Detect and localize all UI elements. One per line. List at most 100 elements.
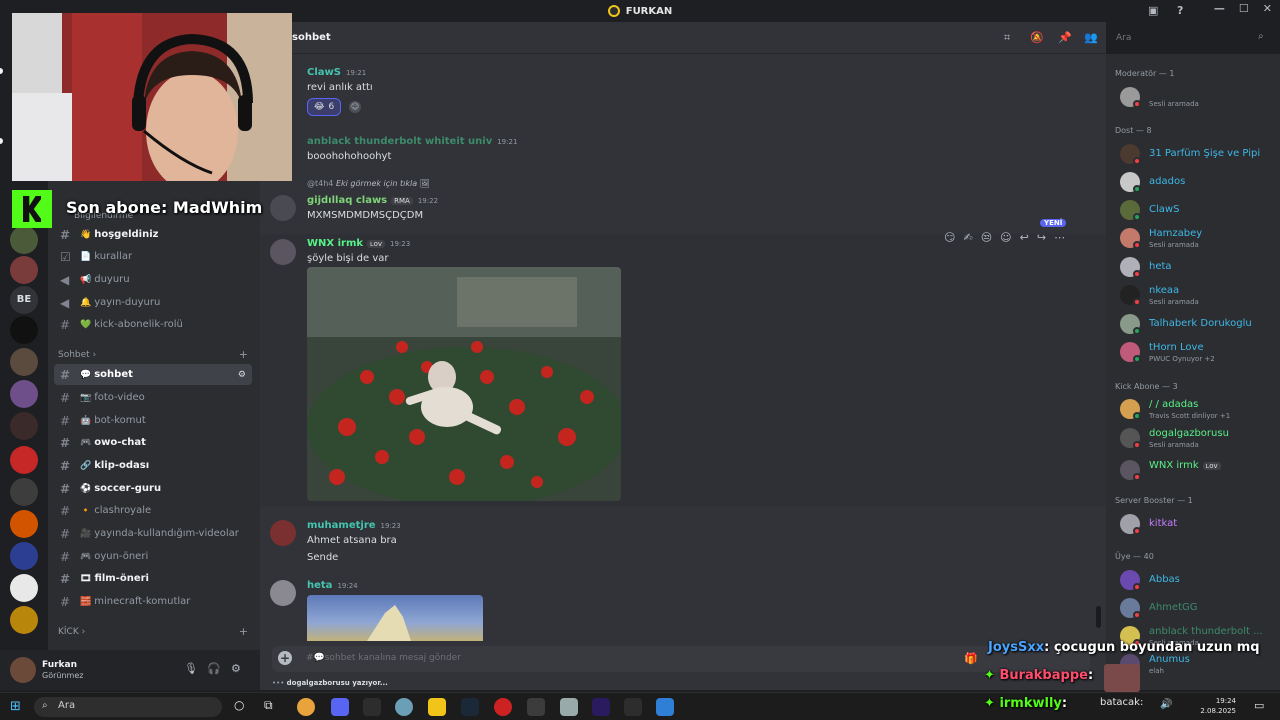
- avatar[interactable]: [10, 657, 36, 683]
- epic-icon[interactable]: [624, 698, 642, 716]
- message-author[interactable]: WNX irmk ʟᴏᴠ 19:23: [307, 238, 410, 249]
- channel-hosgeldiniz[interactable]: # 👋 hoşgeldiniz: [54, 224, 252, 245]
- app-icon[interactable]: [560, 698, 578, 716]
- volume-icon[interactable]: 🔊: [1160, 699, 1172, 710]
- clock[interactable]: 19:24 2.08.2025: [1200, 696, 1236, 716]
- member-item[interactable]: 31 Parfüm Şişe ve Pipi: [1120, 144, 1280, 168]
- channel-klip-odasi[interactable]: # 🔗 klip-odası: [54, 455, 252, 476]
- folder-icon[interactable]: [428, 698, 446, 716]
- reaction-button[interactable]: 😂 6: [307, 98, 342, 116]
- taskbar-search[interactable]: ⌕ Ara: [34, 697, 222, 717]
- member-item[interactable]: kitkat: [1120, 514, 1280, 538]
- server-icon[interactable]: [10, 606, 38, 634]
- member-item[interactable]: Sesli aramada: [1120, 87, 1280, 111]
- maximize-icon[interactable]: ☐: [1239, 2, 1249, 15]
- members-icon[interactable]: 👥: [1084, 31, 1098, 44]
- widgets-icon[interactable]: ⧉: [264, 698, 273, 713]
- notification-icon[interactable]: ▭: [1254, 699, 1264, 712]
- member-item[interactable]: Abbas: [1120, 570, 1280, 594]
- gift-icon[interactable]: 🎁: [964, 652, 978, 665]
- channel-foto-video[interactable]: # 📷 foto-video: [54, 387, 252, 408]
- server-icon[interactable]: [10, 510, 38, 538]
- taskview-icon[interactable]: ○: [234, 698, 244, 712]
- premiere-icon[interactable]: [592, 698, 610, 716]
- app-icon[interactable]: [527, 698, 545, 716]
- category-kick[interactable]: KİCK ›: [58, 627, 85, 637]
- member-item[interactable]: Talhaberk Dorukoglu: [1120, 314, 1280, 338]
- headphones-icon[interactable]: 🎧: [207, 662, 221, 675]
- add-channel-icon[interactable]: +: [239, 625, 248, 638]
- server-icon[interactable]: [10, 446, 38, 474]
- channel-kurallar[interactable]: ☑ 📄 kurallar: [54, 246, 252, 267]
- server-icon[interactable]: [10, 256, 38, 284]
- bell-icon[interactable]: 🔕: [1030, 31, 1044, 44]
- attachment-photo[interactable]: [307, 267, 621, 501]
- server-icon[interactable]: [10, 316, 38, 344]
- channel-kick-abonelik[interactable]: # 💚 kick-abonelik-rolü: [54, 314, 252, 335]
- add-reaction-icon[interactable]: ☺: [1000, 231, 1011, 244]
- channel-soccer-guru[interactable]: # ⚽ soccer-guru: [54, 478, 252, 499]
- close-icon[interactable]: ✕: [1263, 2, 1272, 15]
- message-author[interactable]: anblack thunderbolt whiteit univ 19:21: [307, 136, 517, 147]
- microphone-icon[interactable]: 🎙: [184, 662, 198, 675]
- more-icon[interactable]: ⋯: [1054, 231, 1065, 244]
- emoji-icon[interactable]: ✍: [963, 231, 972, 244]
- server-icon[interactable]: [10, 574, 38, 602]
- member-item[interactable]: heta: [1120, 257, 1280, 281]
- avatar[interactable]: [270, 520, 296, 546]
- member-item[interactable]: / / adadas Travis Scott dinliyor +1: [1120, 399, 1280, 423]
- channel-yayin-duyuru[interactable]: ◀ 🔔 yayın-duyuru: [54, 292, 252, 313]
- category-sohbet[interactable]: Sohbet ›: [58, 350, 96, 360]
- member-item[interactable]: ClawS: [1120, 200, 1280, 224]
- message-author[interactable]: gijdıllaq claws RMA 19:22: [307, 195, 438, 206]
- server-icon[interactable]: [10, 412, 38, 440]
- member-item[interactable]: tHorn Love PWUC Oynuyor +2: [1120, 342, 1280, 366]
- help-icon[interactable]: ?: [1177, 4, 1183, 17]
- scrollbar[interactable]: [1096, 606, 1101, 628]
- chrome-icon[interactable]: [297, 698, 315, 716]
- channel-yayinda-videolar[interactable]: # 🎥 yayında-kullandığım-videolar: [54, 523, 252, 544]
- channel-oyun-oneri[interactable]: # 🎮 oyun-öneri: [54, 546, 252, 567]
- emoji-icon[interactable]: 😒: [981, 231, 992, 244]
- add-channel-icon[interactable]: +: [239, 348, 248, 361]
- emoji-icon[interactable]: 😏: [944, 231, 955, 244]
- app-icon[interactable]: [395, 698, 413, 716]
- member-item[interactable]: Anumus elah: [1120, 654, 1280, 678]
- server-icon[interactable]: [10, 380, 38, 408]
- reply-preview[interactable]: @t4h4 Eki görmek için tıkla 🖼: [307, 179, 430, 188]
- add-attachment-icon[interactable]: +: [278, 651, 292, 665]
- channel-settings-icon[interactable]: ⚙: [238, 370, 246, 380]
- reply-icon[interactable]: ↩: [1020, 231, 1029, 244]
- pin-icon[interactable]: 📌: [1058, 31, 1072, 44]
- message-author[interactable]: ClawS 19:21: [307, 67, 366, 78]
- add-reaction-icon[interactable]: ☺: [349, 101, 361, 113]
- steam-icon[interactable]: [461, 698, 479, 716]
- start-icon[interactable]: ⊞: [10, 699, 21, 714]
- server-icon[interactable]: [10, 348, 38, 376]
- channel-bot-komut[interactable]: # 🤖 bot-komut: [54, 410, 252, 431]
- threads-icon[interactable]: ⌗: [1004, 31, 1010, 45]
- channel-minecraft-komutlar[interactable]: # 🧱 minecraft-komutlar: [54, 591, 252, 612]
- forward-icon[interactable]: ↪: [1037, 231, 1046, 244]
- channel-clashroyale[interactable]: # 🔸 clashroyale: [54, 500, 252, 521]
- message-author[interactable]: heta 19:24: [307, 580, 358, 591]
- gear-icon[interactable]: ⚙: [231, 662, 241, 675]
- minimize-icon[interactable]: —: [1214, 2, 1225, 15]
- server-icon-be[interactable]: BE: [10, 286, 38, 314]
- avatar[interactable]: [270, 580, 296, 606]
- server-icon[interactable]: [10, 478, 38, 506]
- channel-film-oneri[interactable]: # 🎞 film-öneri: [54, 568, 252, 589]
- server-icon[interactable]: [10, 226, 38, 254]
- avatar[interactable]: [270, 195, 296, 221]
- channel-duyuru[interactable]: ◀ 📢 duyuru: [54, 269, 252, 290]
- message-author[interactable]: muhametjre 19:23: [307, 520, 401, 531]
- app-icon[interactable]: [656, 698, 674, 716]
- member-item[interactable]: WNX irmk ʟᴏᴠ: [1120, 460, 1280, 484]
- member-item[interactable]: Hamzabey Sesli aramada: [1120, 228, 1280, 252]
- epic-icon[interactable]: [363, 698, 381, 716]
- server-icon[interactable]: [10, 542, 38, 570]
- member-item[interactable]: AhmetGG: [1120, 598, 1280, 622]
- discord-icon[interactable]: [331, 698, 349, 716]
- attachment-photo[interactable]: [307, 595, 483, 641]
- avatar[interactable]: [270, 239, 296, 265]
